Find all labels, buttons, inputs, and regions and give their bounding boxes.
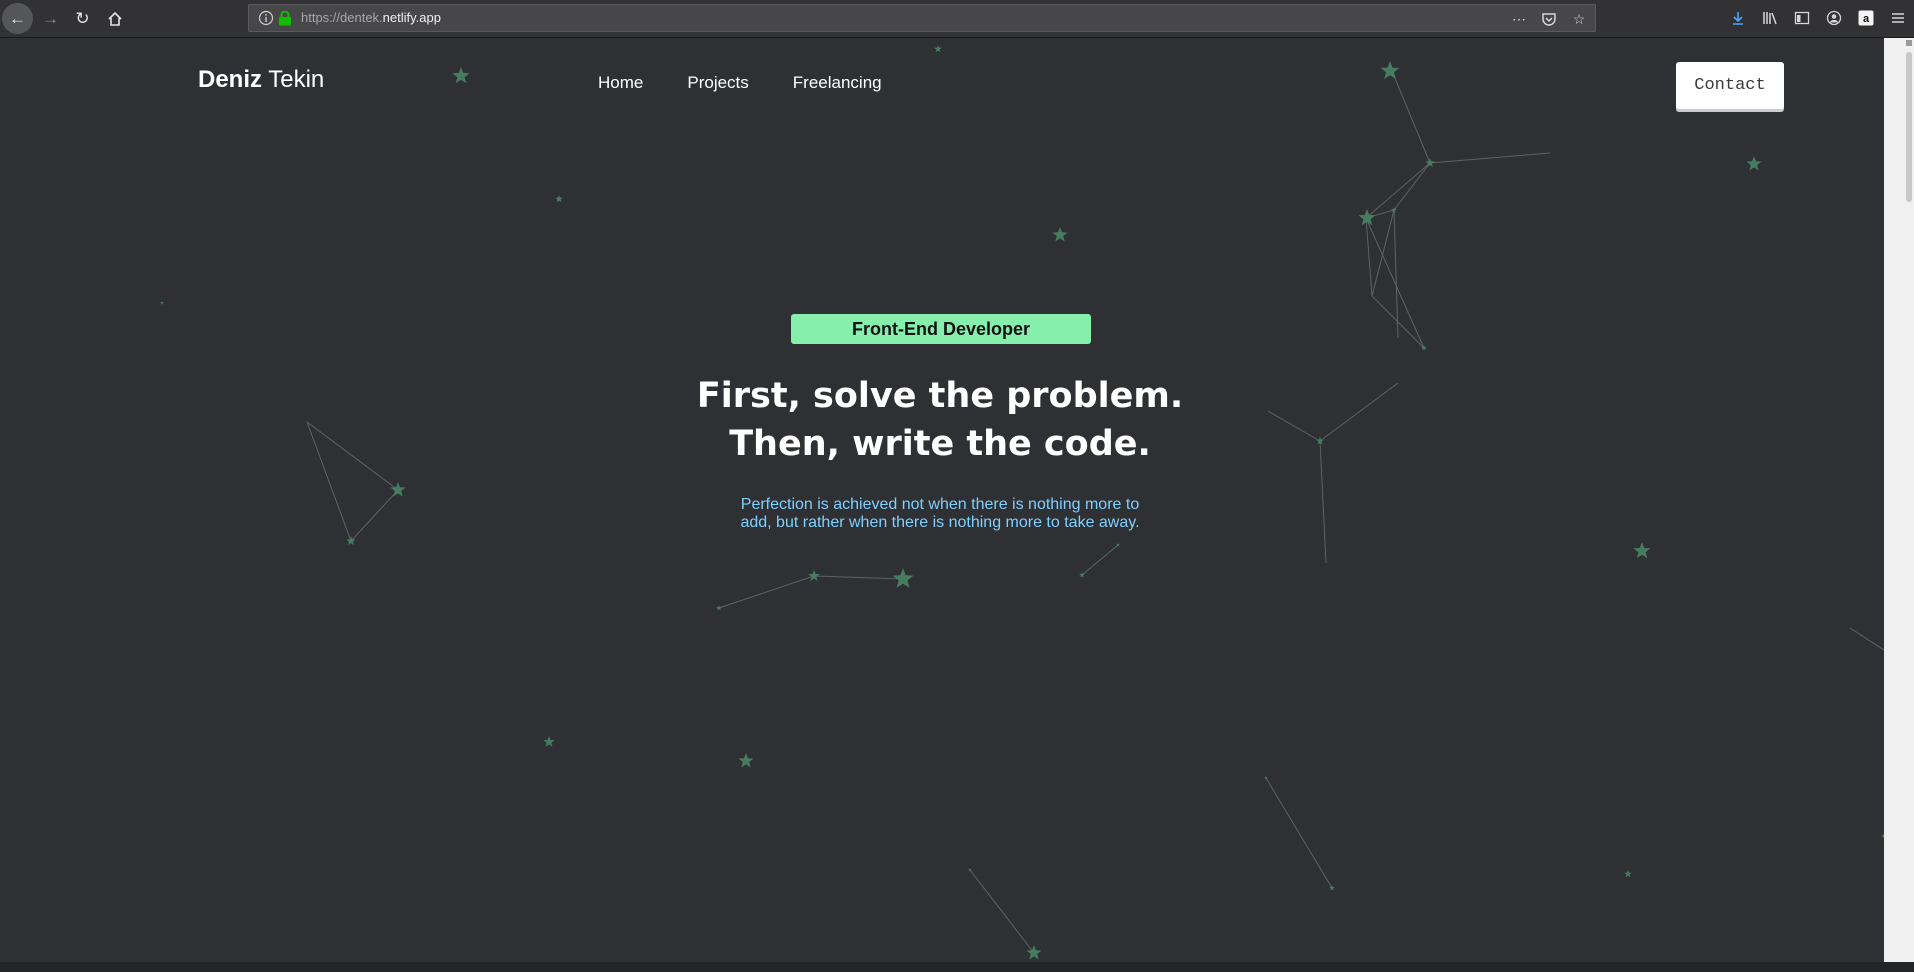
site-logo[interactable]: Deniz Tekin (198, 66, 324, 94)
role-badge: Front-End Developer (791, 314, 1091, 344)
background-star (452, 67, 470, 84)
background-star (543, 736, 555, 747)
background-star (1052, 227, 1068, 242)
brand-last-name: Tekin (262, 66, 325, 93)
url-host: netlify.app (382, 10, 441, 25)
address-bar[interactable]: https://dentek.netlify.app ⋯ ☆ (248, 4, 1596, 32)
menu-icon[interactable] (1888, 8, 1908, 28)
hero-quote: Perfection is achieved not when there is… (740, 496, 1140, 531)
page-scrollbar[interactable] (1884, 38, 1914, 962)
nav-home[interactable]: Home (598, 73, 643, 93)
more-icon[interactable]: ⋯ (1509, 9, 1529, 29)
back-icon[interactable]: ← (2, 3, 33, 34)
background-star (390, 482, 406, 497)
background-star (1633, 542, 1651, 559)
nav-projects[interactable]: Projects (687, 73, 748, 93)
pocket-icon[interactable] (1539, 9, 1559, 29)
background-star (1380, 61, 1400, 80)
headline-line-1: First, solve the problem. (696, 376, 1184, 416)
info-icon[interactable] (258, 10, 274, 31)
background-star (892, 568, 914, 588)
background-star (1746, 156, 1762, 171)
scroll-up-arrow[interactable] (1906, 40, 1912, 46)
background-star (1329, 885, 1335, 891)
reload-icon[interactable]: ↻ (67, 3, 98, 34)
home-icon[interactable] (99, 3, 130, 34)
page-viewport: Deniz Tekin Home Projects Freelancing Co… (0, 38, 1884, 962)
bottom-edge (0, 962, 1914, 972)
background-star (1624, 870, 1632, 878)
contact-button[interactable]: Contact (1676, 62, 1784, 109)
bookmark-star-icon[interactable]: ☆ (1569, 9, 1589, 29)
svg-text:a: a (1863, 13, 1870, 25)
brand-first-name: Deniz (198, 66, 263, 93)
background-star (934, 45, 942, 53)
scroll-thumb[interactable] (1906, 52, 1912, 202)
background-star (738, 753, 754, 768)
background-star (716, 605, 722, 611)
library-icon[interactable] (1760, 8, 1780, 28)
background-star (160, 301, 164, 305)
account-icon[interactable] (1824, 8, 1844, 28)
forward-icon[interactable]: → (35, 3, 66, 34)
lock-icon (278, 10, 292, 31)
background-star (555, 195, 563, 203)
hero-headline: First, solve the problem. Then, write th… (540, 372, 1340, 468)
download-icon[interactable] (1728, 8, 1748, 28)
nav-freelancing[interactable]: Freelancing (793, 73, 882, 93)
background-star (1026, 945, 1042, 960)
amazon-icon[interactable]: a (1856, 8, 1876, 28)
headline-line-2: Then, write the code. (729, 424, 1151, 464)
background-star (1264, 776, 1268, 780)
sidebar-icon[interactable] (1792, 8, 1812, 28)
url-prefix: https://dentek. (301, 10, 383, 25)
browser-toolbar: ← → ↻ https://dentek.netlify.app ⋯ ☆ a (0, 0, 1914, 38)
url-text: https://dentek.netlify.app (301, 10, 441, 25)
background-star (808, 570, 820, 581)
main-nav: Home Projects Freelancing (598, 73, 882, 93)
